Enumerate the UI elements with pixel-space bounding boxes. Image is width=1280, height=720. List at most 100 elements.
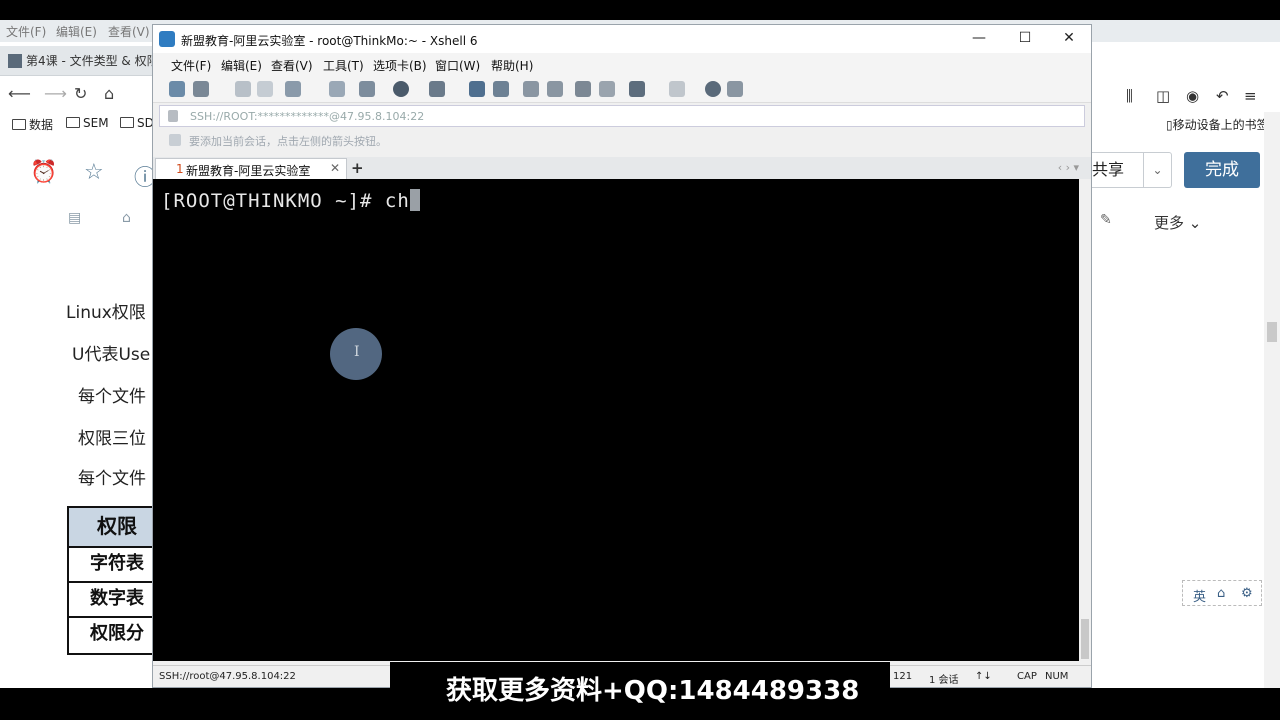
scrollbar-thumb[interactable] <box>1267 322 1277 342</box>
more-dropdown[interactable]: 更多 ⌄ <box>1154 212 1201 233</box>
library-icon[interactable]: ⫼ <box>1126 87 1133 105</box>
terminal[interactable]: [ROOT@THINKMO ~]# ch <box>153 179 1079 661</box>
menu-edit[interactable]: 编辑(E) <box>221 57 262 74</box>
layout-icon[interactable] <box>669 81 685 97</box>
status-caps: CAP <box>1017 671 1037 682</box>
share-button[interactable]: 共享 ⌄ <box>1092 152 1172 188</box>
reconnect-icon[interactable] <box>235 81 251 97</box>
home-icon[interactable]: ⌂ <box>104 84 114 103</box>
folder-icon <box>120 117 134 128</box>
forward-arrow-icon[interactable]: ⟶ <box>44 84 67 103</box>
bookmark-folder-data[interactable]: 数据 <box>12 116 53 133</box>
browser-menu-view[interactable]: 查看(V) <box>108 23 150 40</box>
ime-toolbar[interactable]: 英 ⌂ ⚙ <box>1182 580 1262 606</box>
terminal-scrollbar[interactable] <box>1079 179 1091 661</box>
xshell-app-icon <box>159 31 175 47</box>
tab-nav-arrows-icon[interactable]: ‹ › ▾ <box>1058 161 1079 174</box>
terminal-cursor <box>409 189 420 211</box>
tab-close-icon[interactable]: ✕ <box>330 161 340 175</box>
menu-tabs[interactable]: 选项卡(B) <box>373 57 427 74</box>
status-arrows-icon[interactable]: ↑↓ <box>975 671 992 682</box>
close-icon[interactable]: ✕ <box>1049 29 1089 49</box>
color-scheme-icon[interactable] <box>393 81 409 97</box>
lock-icon[interactable]: ⌂ <box>122 210 131 226</box>
help-icon[interactable] <box>705 81 721 97</box>
document-icon[interactable]: ▤ <box>68 210 81 226</box>
font-icon[interactable] <box>429 81 445 97</box>
session-address-bar[interactable]: SSH://ROOT:*************@47.95.8.104:22 <box>159 105 1085 127</box>
star-icon[interactable]: ☆ <box>84 160 104 185</box>
account-icon[interactable]: ◉ <box>1186 87 1199 105</box>
doc-line-5: 每个文件 <box>78 469 146 489</box>
status-sessions: 1 会话 <box>929 675 959 686</box>
sidebar-icon[interactable]: ◫ <box>1156 87 1170 105</box>
bookmark-folder-sd[interactable]: SD <box>120 116 154 130</box>
maximize-icon[interactable]: ☐ <box>1005 29 1045 49</box>
menu-icon[interactable]: ≡ <box>1244 87 1257 105</box>
edit-icon[interactable]: ✎ <box>1100 212 1112 228</box>
ime-settings-icon[interactable]: ⚙ <box>1241 586 1253 601</box>
terminal-prompt: [ROOT@THINKMO ~]# ch <box>161 190 410 212</box>
folder-icon <box>66 117 80 128</box>
caption-banner: 获取更多资料+QQ:1484489338 <box>390 662 890 712</box>
alarm-clock-icon[interactable]: ⏰ <box>30 160 57 185</box>
lock-icon <box>168 110 178 122</box>
browser-scrollbar[interactable] <box>1264 112 1280 712</box>
keyboard-icon[interactable] <box>575 81 591 97</box>
done-button[interactable]: 完成 <box>1184 152 1260 188</box>
table-row: 字符表 <box>69 548 165 583</box>
menu-file[interactable]: 文件(F) <box>171 57 211 74</box>
open-folder-icon[interactable] <box>193 81 209 97</box>
status-size: 121 <box>893 671 913 682</box>
screenshot-icon[interactable] <box>629 81 645 97</box>
page-favicon-icon <box>8 54 22 68</box>
top-black-bar <box>0 0 1280 20</box>
copy-icon[interactable] <box>285 81 301 97</box>
scrollbar-thumb[interactable] <box>1081 619 1089 659</box>
lock-screen-icon[interactable] <box>547 81 563 97</box>
tab-label: 新盟教育-阿里云实验室 <box>186 164 311 178</box>
reload-icon[interactable]: ↻ <box>74 84 87 103</box>
back-arrow-icon[interactable]: ⟵ <box>8 84 31 103</box>
menu-help[interactable]: 帮助(H) <box>491 57 533 74</box>
chat-icon[interactable] <box>727 81 743 97</box>
mouse-pointer-highlight: I <box>330 328 382 380</box>
session-tab[interactable]: 1 新盟教育-阿里云实验室 ✕ <box>155 158 347 179</box>
browser-menu-file[interactable]: 文件(F) <box>6 23 46 40</box>
script-icon[interactable] <box>493 81 509 97</box>
browser-tab[interactable]: 第4课 - 文件类型 & 权限 <box>8 52 159 69</box>
minimize-icon[interactable]: — <box>959 29 999 49</box>
find-icon[interactable] <box>329 81 345 97</box>
table-row: 权限分 <box>90 623 144 644</box>
new-tab-icon[interactable]: + <box>351 158 367 178</box>
ime-lang-toggle[interactable]: 英 <box>1193 586 1206 605</box>
tab-number: 1 <box>176 162 184 176</box>
browser-menu-edit[interactable]: 编辑(E) <box>56 23 97 40</box>
new-session-icon[interactable] <box>169 81 185 97</box>
xshell-menubar: 文件(F) 编辑(E) 查看(V) 工具(T) 选项卡(B) 窗口(W) 帮助(… <box>153 53 1091 75</box>
terminal-line: [ROOT@THINKMO ~]# ch <box>161 189 420 212</box>
xshell-window: 新盟教育-阿里云实验室 - root@ThinkMo:~ - Xshell 6 … <box>152 24 1092 688</box>
mobile-bookmarks[interactable]: ▯移动设备上的书签 <box>1166 116 1269 133</box>
table-header: 权限 <box>69 508 165 548</box>
undo-icon[interactable]: ↶ <box>1216 87 1229 105</box>
properties-icon[interactable] <box>359 81 375 97</box>
menu-window[interactable]: 窗口(W) <box>435 57 480 74</box>
arrow-icon[interactable] <box>169 134 181 146</box>
menu-tools[interactable]: 工具(T) <box>323 57 364 74</box>
fullscreen-icon[interactable] <box>523 81 539 97</box>
chevron-down-icon[interactable]: ⌄ <box>1143 153 1171 187</box>
screen: 文件(F) 编辑(E) 查看(V) 第4课 - 文件类型 & 权限 ⟵ ⟶ ↻ … <box>0 0 1280 720</box>
xshell-title: 新盟教育-阿里云实验室 - root@ThinkMo:~ - Xshell 6 <box>181 34 478 48</box>
session-address: SSH://ROOT:*************@47.95.8.104:22 <box>190 110 425 123</box>
xftp-icon[interactable] <box>469 81 485 97</box>
text-cursor-icon: I <box>354 344 360 360</box>
caption-text: 获取更多资料+QQ:1484489338 <box>446 676 860 706</box>
bookmark-folder-sem[interactable]: SEM <box>66 116 109 130</box>
menu-view[interactable]: 查看(V) <box>271 57 313 74</box>
xshell-titlebar[interactable]: 新盟教育-阿里云实验室 - root@ThinkMo:~ - Xshell 6 … <box>153 25 1091 53</box>
disconnect-icon[interactable] <box>257 81 273 97</box>
transfer-icon[interactable] <box>599 81 615 97</box>
doc-line-3: 每个文件 <box>78 387 146 407</box>
ime-mode-icon[interactable]: ⌂ <box>1217 586 1225 601</box>
